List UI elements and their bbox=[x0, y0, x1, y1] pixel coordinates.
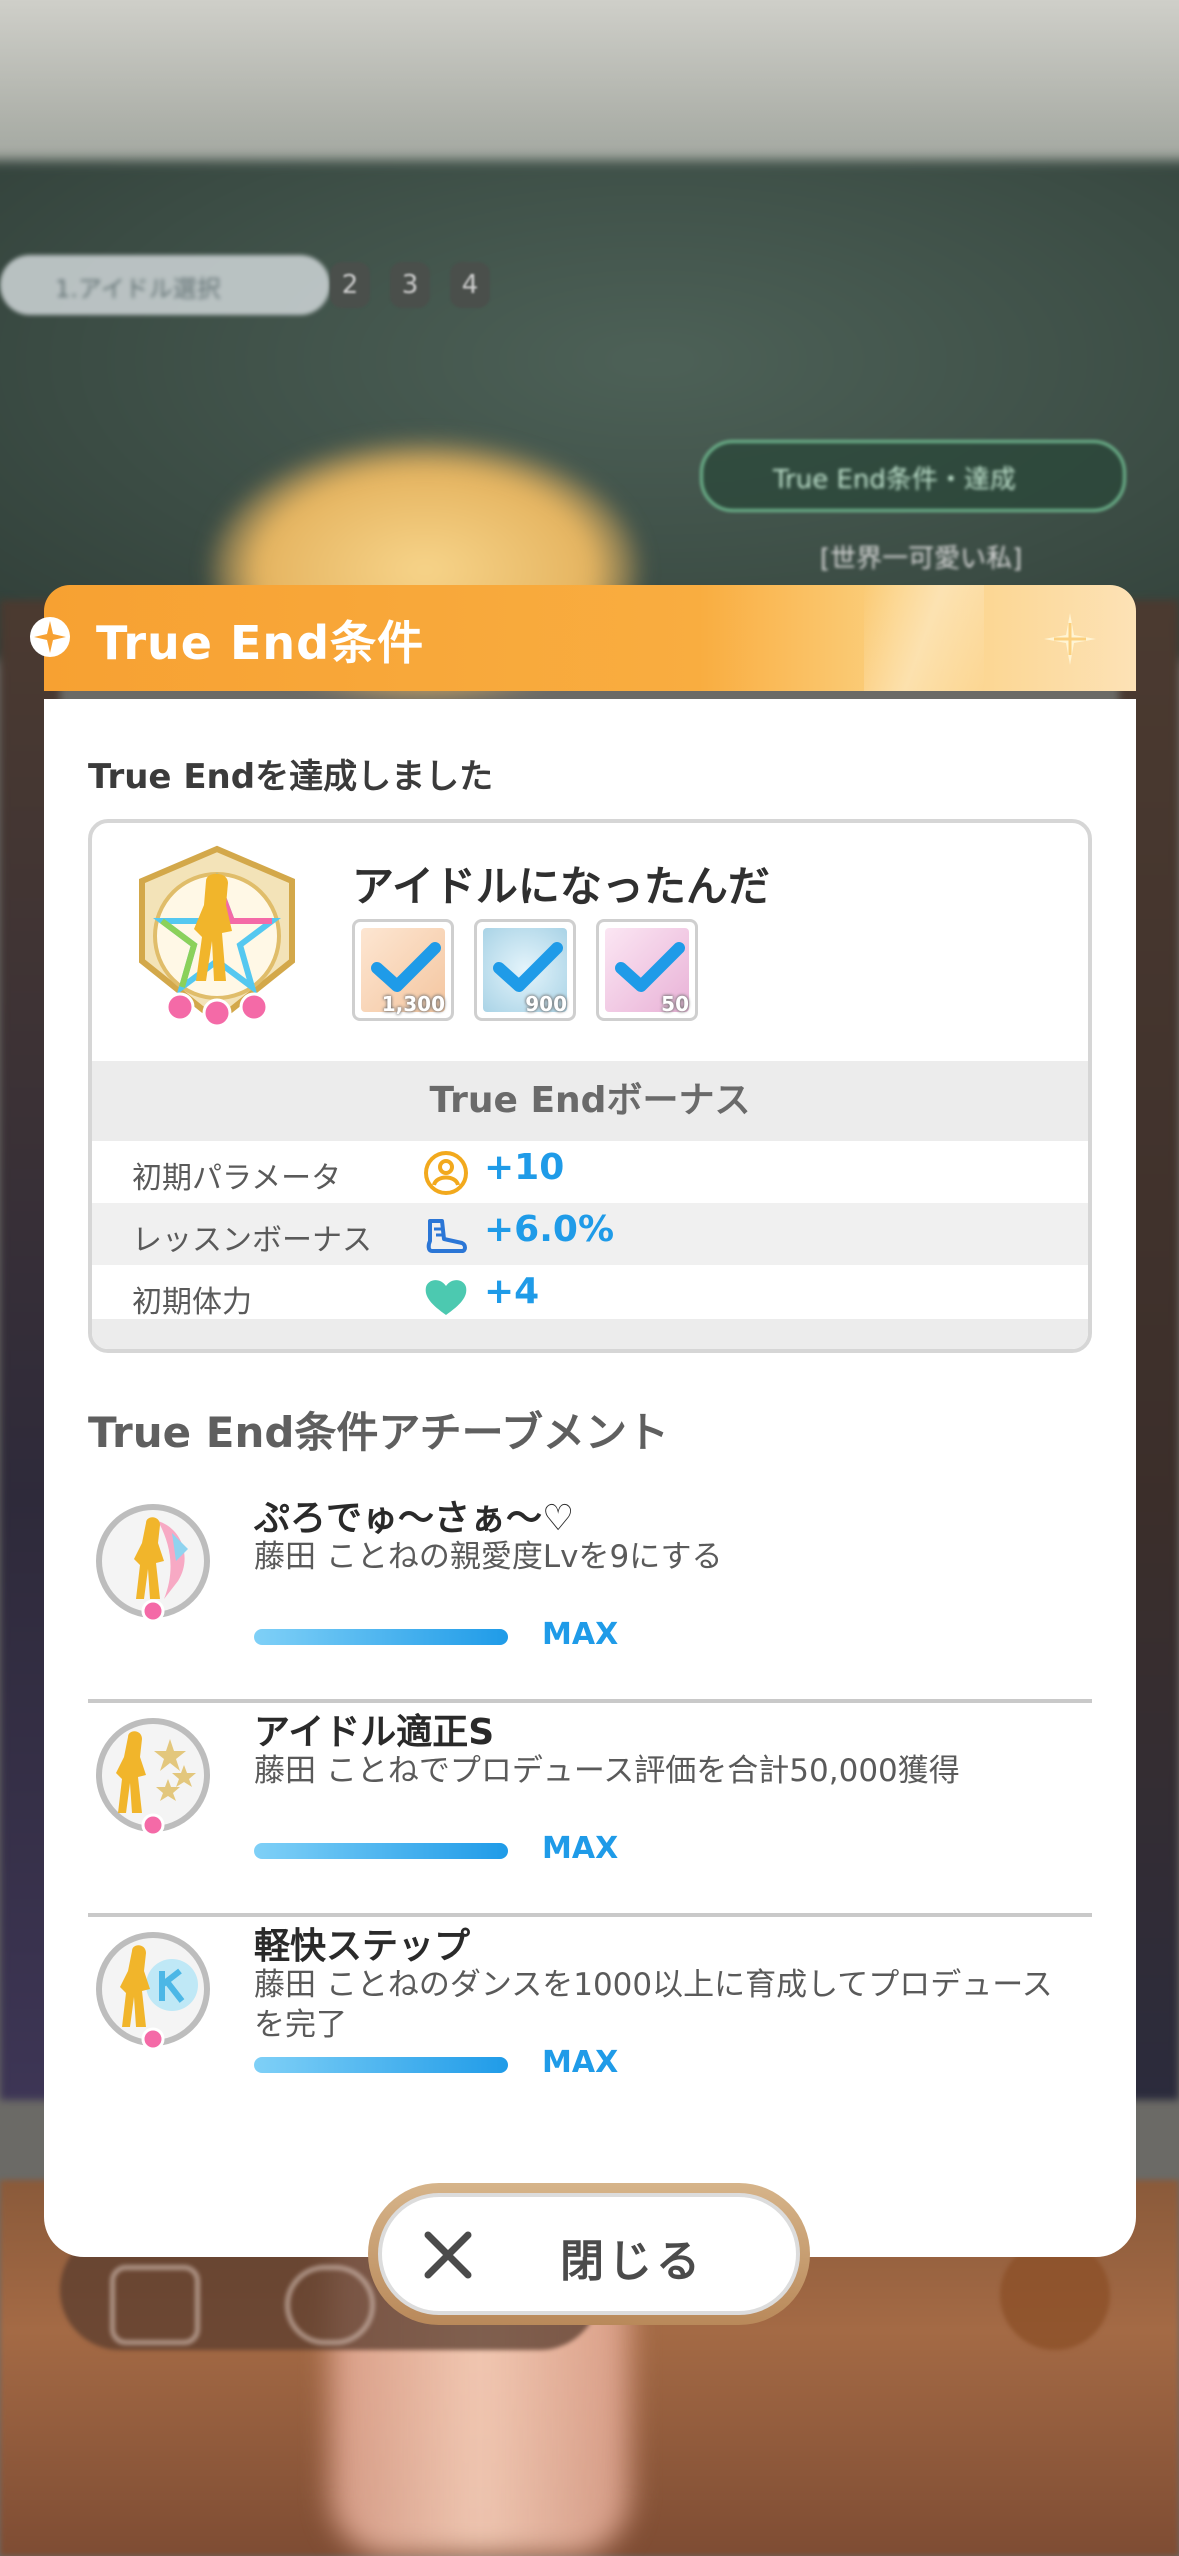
parameter-icon bbox=[424, 1151, 468, 1195]
sparkle-icon bbox=[1044, 613, 1096, 665]
achievement-progress-bar bbox=[254, 1629, 508, 1645]
achievement-description: 藤田 ことねの親愛度Lvを9にする bbox=[254, 1539, 723, 1575]
achievement-item: アイドル適正S 藤田 ことねでプロデュース評価を合計50,000獲得 MAX bbox=[88, 1703, 1092, 1917]
requirement-count: 900 bbox=[525, 992, 567, 1016]
requirement-item: 900 bbox=[474, 919, 576, 1021]
achievement-item: ぷろでゅ～さぁ～♡ 藤田 ことねの親愛度Lvを9にする MAX bbox=[88, 1489, 1092, 1703]
requirement-item: 1,300 bbox=[352, 919, 454, 1021]
background-step-number: 2 bbox=[330, 262, 370, 308]
dialog-body: True Endを達成しました アイドルになったんだ 1,300 900 50 … bbox=[44, 699, 1136, 2257]
bonus-label: 初期体力 bbox=[132, 1285, 252, 1320]
background-step-tab: 1.アイドル選択 bbox=[0, 255, 330, 315]
header-star-icon bbox=[30, 617, 70, 657]
requirement-count: 1,300 bbox=[381, 992, 445, 1016]
bonus-label: レッスンボーナス bbox=[132, 1223, 372, 1258]
achievement-emblem-icon bbox=[96, 1932, 210, 2051]
close-button-label: 閉じる bbox=[560, 2236, 704, 2287]
achievement-status: MAX bbox=[542, 2045, 619, 2080]
bonus-card-footer bbox=[92, 1319, 1088, 1349]
background-step-number: 4 bbox=[450, 262, 490, 308]
bonus-label: 初期パラメータ bbox=[132, 1161, 342, 1196]
lesson-shoe-icon bbox=[426, 1219, 467, 1253]
true-end-emblem-icon bbox=[139, 845, 295, 1028]
checkmark-icon bbox=[493, 942, 563, 992]
checkmark-icon bbox=[615, 942, 685, 992]
dialog-header: True End条件 bbox=[44, 585, 1136, 691]
background-clock-icon bbox=[285, 2265, 375, 2345]
true-end-card-title: アイドルになったんだ bbox=[352, 862, 770, 911]
heart-icon bbox=[425, 1280, 467, 1315]
achievement-status: MAX bbox=[542, 1617, 619, 1652]
achievement-name: アイドル適正S bbox=[254, 1712, 495, 1753]
bonus-header: True Endボーナス bbox=[92, 1061, 1088, 1141]
background-subtitle: [世界一可愛い私] bbox=[820, 544, 1023, 574]
achievements-title: True End条件アチーブメント bbox=[88, 1408, 670, 1457]
bonus-value: +4 bbox=[484, 1271, 540, 1312]
dialog-title: True End条件 bbox=[96, 616, 425, 670]
achievement-progress-bar bbox=[254, 1843, 508, 1859]
achievement-name: 軽快ステップ bbox=[254, 1926, 471, 1967]
checkmark-icon bbox=[371, 942, 441, 992]
achievement-name: ぷろでゅ～さぁ～♡ bbox=[254, 1498, 575, 1539]
achievement-description: 藤田 ことねのダンスを1000以上に育成してプロデュースを完了 bbox=[254, 1967, 1053, 2043]
background-true-end-pill-label: True End条件・達成 bbox=[773, 465, 1016, 495]
true-end-dialog: True End条件 True Endを達成しました アイドルになったんだ 1,… bbox=[30, 585, 1136, 2257]
true-end-result-card: アイドルになったんだ 1,300 900 50 True Endボーナス 初期パ… bbox=[88, 819, 1092, 1353]
close-button[interactable]: 閉じる bbox=[378, 2193, 800, 2315]
achievement-status: MAX bbox=[542, 1831, 619, 1866]
achieved-label: True Endを達成しました bbox=[88, 757, 494, 797]
close-icon bbox=[424, 2231, 472, 2279]
achievement-description: 藤田 ことねでプロデュース評価を合計50,000獲得 bbox=[254, 1753, 960, 1789]
background-home-icon bbox=[110, 2265, 200, 2345]
requirement-count: 50 bbox=[661, 992, 689, 1016]
bonus-row: 初期パラメータ +10 bbox=[92, 1141, 1088, 1203]
achievement-emblem-icon bbox=[96, 1504, 210, 1623]
background-true-end-pill: True End条件・達成 bbox=[700, 440, 1126, 512]
background-step-label: 1.アイドル選択 bbox=[55, 275, 221, 303]
achievement-progress-bar bbox=[254, 2057, 508, 2073]
bonus-value: +10 bbox=[484, 1147, 565, 1188]
background-step-number: 3 bbox=[390, 262, 430, 308]
achievement-emblem-icon bbox=[96, 1718, 210, 1837]
bonus-row: レッスンボーナス +6.0% bbox=[92, 1203, 1088, 1265]
requirement-item: 50 bbox=[596, 919, 698, 1021]
bonus-row: 初期体力 +4 bbox=[92, 1265, 1088, 1327]
achievement-item: 軽快ステップ 藤田 ことねのダンスを1000以上に育成してプロデュースを完了 M… bbox=[88, 1917, 1092, 2131]
bonus-value: +6.0% bbox=[484, 1209, 615, 1250]
